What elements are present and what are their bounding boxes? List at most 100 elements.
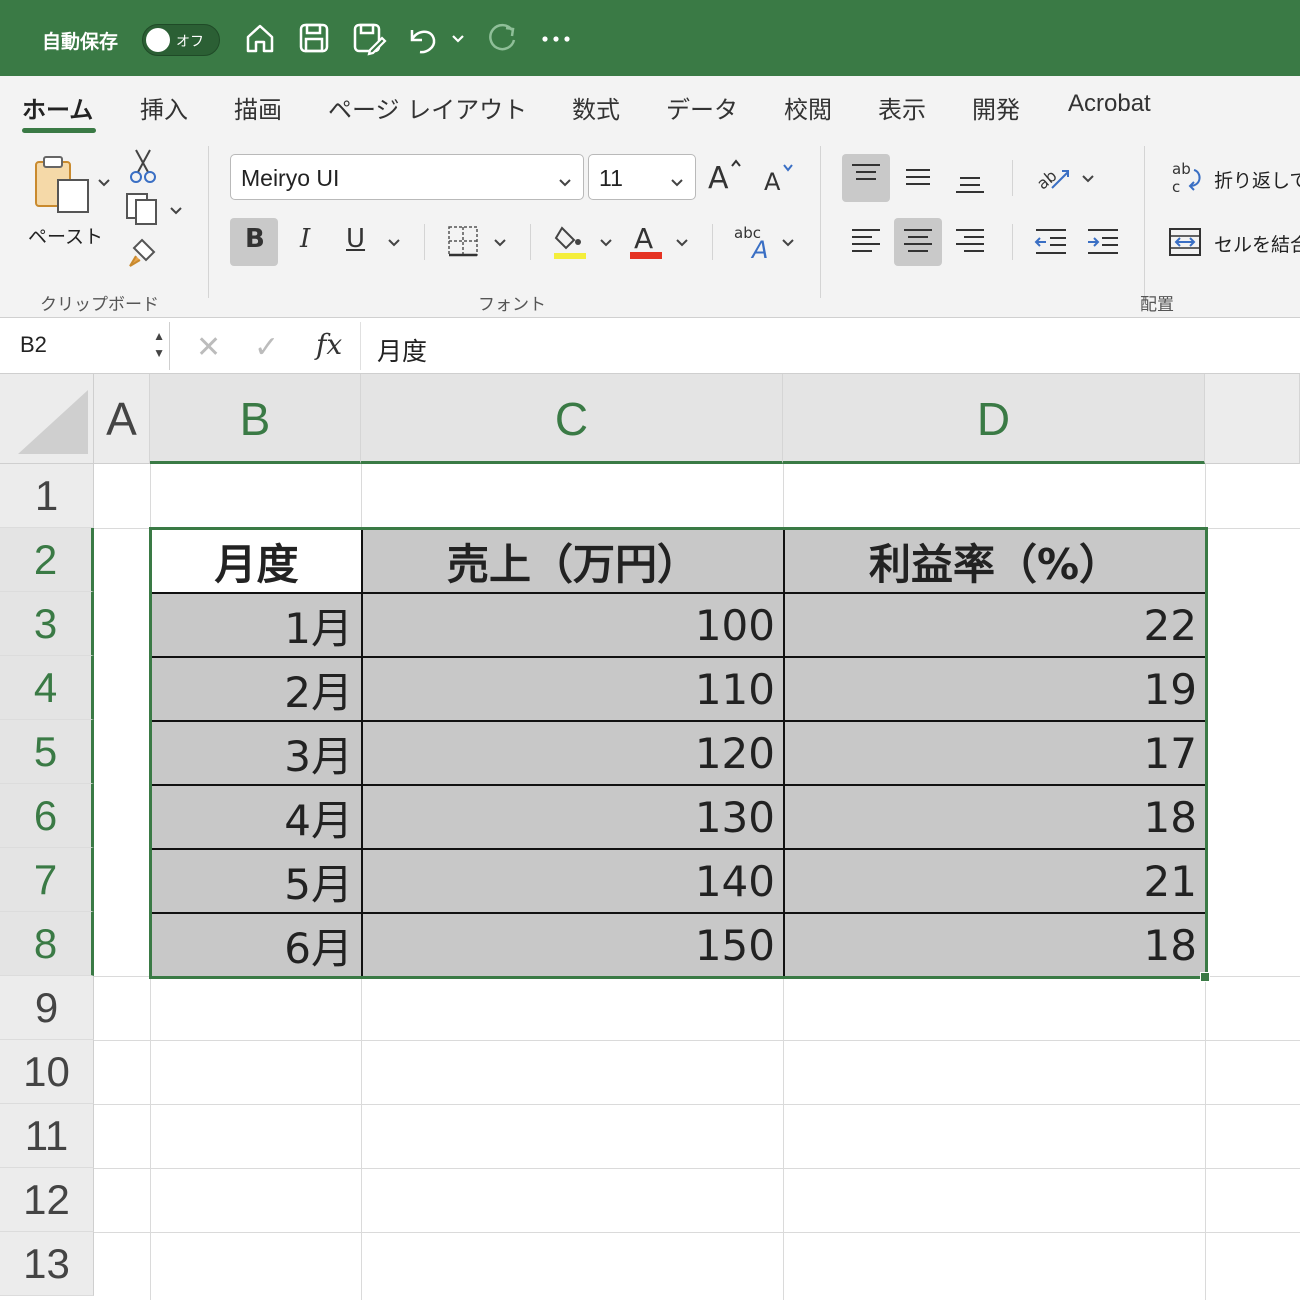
tab-data[interactable]: データ <box>666 90 738 125</box>
table-cell[interactable]: 22 <box>783 592 1207 658</box>
table-cell[interactable]: 5月 <box>150 848 363 914</box>
phonetic-dropdown-icon[interactable] <box>780 234 796 250</box>
merge-cells-icon[interactable] <box>1168 226 1202 258</box>
underline-dropdown-icon[interactable] <box>386 234 402 250</box>
table-cell[interactable]: 150 <box>361 912 785 978</box>
align-right-icon[interactable] <box>954 226 986 258</box>
table-cell[interactable]: 1月 <box>150 592 363 658</box>
table-cell[interactable]: 19 <box>783 656 1207 722</box>
orientation-dropdown-icon[interactable] <box>1080 170 1096 186</box>
table-cell[interactable]: 3月 <box>150 720 363 786</box>
row-header[interactable]: 1 <box>0 464 94 528</box>
table-cell[interactable]: 2月 <box>150 656 363 722</box>
paste-dropdown-icon[interactable] <box>96 174 112 190</box>
row-header[interactable]: 12 <box>0 1168 94 1232</box>
tab-developer[interactable]: 開発 <box>972 90 1020 125</box>
fill-handle[interactable] <box>1200 972 1210 982</box>
align-middle-icon[interactable] <box>902 162 934 194</box>
column-header-d[interactable]: D <box>783 374 1205 464</box>
row-header[interactable]: 13 <box>0 1232 94 1296</box>
row-header[interactable]: 8 <box>0 912 94 976</box>
table-cell[interactable]: 100 <box>361 592 785 658</box>
table-cell[interactable]: 110 <box>361 656 785 722</box>
font-size-select[interactable]: 11 <box>588 154 696 200</box>
row-header[interactable]: 5 <box>0 720 94 784</box>
table-cell[interactable]: 売上（万円） <box>361 528 785 594</box>
autosave-toggle[interactable]: オフ <box>142 24 220 56</box>
paste-icon[interactable] <box>30 154 94 218</box>
italic-button[interactable]: I <box>300 224 310 254</box>
wrap-text-icon[interactable]: ab c <box>1170 160 1204 196</box>
font-color-icon[interactable]: A <box>628 220 664 260</box>
align-bottom-icon[interactable] <box>954 162 986 198</box>
format-painter-icon[interactable] <box>126 236 160 270</box>
table-cell[interactable]: 利益率（%） <box>783 528 1207 594</box>
wrap-text-label[interactable]: 折り返して <box>1214 166 1300 193</box>
row-header[interactable]: 11 <box>0 1104 94 1168</box>
table-cell[interactable]: 17 <box>783 720 1207 786</box>
ribbon-separator <box>424 224 425 260</box>
row-header[interactable]: 10 <box>0 1040 94 1104</box>
merge-cells-label[interactable]: セルを結合 <box>1214 230 1300 257</box>
undo-dropdown-icon[interactable] <box>446 18 470 58</box>
column-header-c[interactable]: C <box>361 374 783 464</box>
home-icon[interactable] <box>240 18 280 58</box>
column-header-b[interactable]: B <box>150 374 361 464</box>
table-cell[interactable]: 18 <box>783 912 1207 978</box>
borders-icon[interactable] <box>446 224 480 258</box>
row-header[interactable]: 9 <box>0 976 94 1040</box>
tab-insert[interactable]: 挿入 <box>140 90 188 125</box>
align-left-icon[interactable] <box>850 226 882 258</box>
decrease-indent-icon[interactable] <box>1034 226 1068 258</box>
font-name-select[interactable]: Meiryo UI <box>230 154 584 200</box>
name-box-spinner-icon[interactable]: ▲ ▼ <box>153 328 165 362</box>
borders-dropdown-icon[interactable] <box>492 234 508 250</box>
tab-view[interactable]: 表示 <box>878 90 926 125</box>
row-header[interactable]: 3 <box>0 592 94 656</box>
table-cell[interactable]: 月度 <box>150 528 363 594</box>
chevron-down-icon <box>557 169 573 196</box>
tab-home[interactable]: ホーム <box>22 90 93 125</box>
copy-dropdown-icon[interactable] <box>168 202 184 218</box>
bold-label: B <box>245 224 265 254</box>
formula-input[interactable]: 月度 <box>360 322 1300 370</box>
save-icon[interactable] <box>294 18 334 58</box>
table-cell[interactable]: 130 <box>361 784 785 850</box>
row-header[interactable]: 2 <box>0 528 94 592</box>
fill-color-icon[interactable] <box>552 222 588 260</box>
increase-indent-icon[interactable] <box>1086 226 1120 258</box>
tab-draw[interactable]: 描画 <box>234 90 282 125</box>
select-all-button[interactable] <box>0 374 94 464</box>
copy-icon[interactable] <box>124 192 160 226</box>
orientation-icon[interactable]: ab <box>1034 158 1074 194</box>
save-as-icon[interactable] <box>348 18 388 58</box>
cut-icon[interactable] <box>128 148 158 184</box>
increase-font-size-icon[interactable]: A <box>706 156 746 196</box>
decrease-font-size-icon[interactable]: A <box>762 160 798 196</box>
table-cell[interactable]: 140 <box>361 848 785 914</box>
table-cell[interactable]: 120 <box>361 720 785 786</box>
table-cell[interactable]: 18 <box>783 784 1207 850</box>
worksheet-grid[interactable]: A B C D 1 2 3 4 5 6 7 8 9 10 11 12 13 月度… <box>0 374 1300 1300</box>
more-icon[interactable] <box>536 18 576 58</box>
column-header-e[interactable] <box>1205 374 1300 464</box>
underline-button[interactable]: U <box>346 224 365 254</box>
insert-function-icon[interactable]: fx <box>316 328 342 361</box>
tab-formulas[interactable]: 数式 <box>572 90 620 125</box>
table-cell[interactable]: 21 <box>783 848 1207 914</box>
row-header[interactable]: 6 <box>0 784 94 848</box>
fill-color-dropdown-icon[interactable] <box>598 234 614 250</box>
phonetic-guide-icon[interactable]: abc A <box>734 222 774 262</box>
name-box[interactable]: B2 ▲ ▼ <box>0 322 170 370</box>
row-header[interactable]: 4 <box>0 656 94 720</box>
tab-page-layout[interactable]: ページ レイアウト <box>328 90 527 125</box>
font-color-dropdown-icon[interactable] <box>674 234 690 250</box>
paste-label[interactable]: ペースト <box>28 222 103 249</box>
row-header[interactable]: 7 <box>0 848 94 912</box>
tab-acrobat[interactable]: Acrobat <box>1068 90 1151 118</box>
table-cell[interactable]: 4月 <box>150 784 363 850</box>
table-cell[interactable]: 6月 <box>150 912 363 978</box>
column-header-a[interactable]: A <box>94 374 150 464</box>
undo-icon[interactable] <box>402 18 442 58</box>
tab-review[interactable]: 校閲 <box>784 90 832 125</box>
